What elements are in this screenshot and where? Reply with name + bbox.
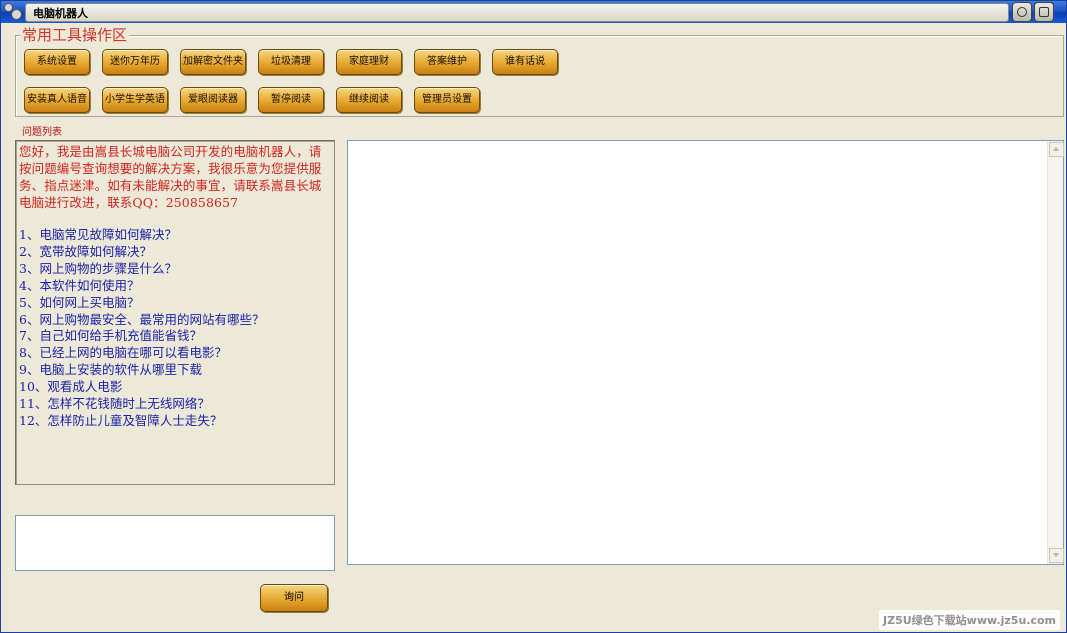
app-menu-icon[interactable] [3, 3, 22, 21]
minimize-icon [1017, 7, 1027, 17]
mini-calendar-button[interactable]: 迷你万年历 [102, 49, 168, 75]
minimize-button[interactable] [1012, 2, 1032, 22]
answer-maintenance-button[interactable]: 答案维护 [414, 49, 480, 75]
question-item[interactable]: 6、网上购物最安全、最常用的网站有哪些？ [19, 312, 331, 329]
toolbox-group [15, 35, 1064, 117]
question-item[interactable]: 9、电脑上安装的软件从哪里下载 [19, 362, 331, 379]
app-window: 电脑机器人 常用工具操作区 系统设置 迷你万年历 加解密文件夹 垃圾清理 家庭理… [0, 0, 1067, 633]
question-item[interactable]: 8、已经上网的电脑在哪可以看电影？ [19, 345, 331, 362]
toolbox-title: 常用工具操作区 [20, 26, 130, 44]
who-has-words-button[interactable]: 谁有话说 [492, 49, 558, 75]
learn-english-button[interactable]: 小学生学英语 [102, 87, 168, 113]
home-finance-button[interactable]: 家庭理财 [336, 49, 402, 75]
chevron-down-icon [1053, 553, 1059, 557]
answer-scrollbar[interactable] [1047, 141, 1064, 564]
question-item[interactable]: 4、本软件如何使用？ [19, 278, 331, 295]
question-input[interactable] [15, 515, 335, 571]
question-item[interactable]: 12、怎样防止儿童及智障人士走失？ [19, 413, 331, 430]
junk-cleanup-button[interactable]: 垃圾清理 [258, 49, 324, 75]
question-list: 1、电脑常见故障如何解决？ 2、宽带故障如何解决？ 3、网上购物的步骤是什么？ … [19, 227, 331, 430]
answer-area[interactable] [347, 140, 1064, 565]
window-controls [1006, 2, 1062, 22]
chevron-up-icon [1053, 147, 1059, 151]
title-strip [25, 3, 1009, 22]
question-list-label: 问题列表 [22, 127, 62, 138]
save-icon [1039, 7, 1049, 17]
system-settings-button[interactable]: 系统设置 [24, 49, 90, 75]
watermark: JZ5U绿色下载站www.jz5u.com [879, 610, 1060, 630]
question-item[interactable]: 10、观看成人电影 [19, 379, 331, 396]
admin-settings-button[interactable]: 管理员设置 [414, 87, 480, 113]
pause-reading-button[interactable]: 暂停阅读 [258, 87, 324, 113]
question-list-panel[interactable]: 您好，我是由嵩县长城电脑公司开发的电脑机器人，请按问题编号查询想要的解决方案，我… [15, 140, 335, 485]
question-item[interactable]: 7、自己如何给手机充值能省钱？ [19, 328, 331, 345]
title-bar[interactable]: 电脑机器人 [1, 1, 1066, 23]
install-voice-button[interactable]: 安装真人语音 [24, 87, 90, 113]
question-item[interactable]: 11、怎样不花钱随时上无线网络？ [19, 396, 331, 413]
ask-button[interactable]: 询问 [260, 584, 328, 612]
question-item[interactable]: 2、宽带故障如何解决？ [19, 244, 331, 261]
close-button[interactable] [1034, 2, 1054, 22]
window-title: 电脑机器人 [33, 7, 88, 20]
intro-text: 您好，我是由嵩县长城电脑公司开发的电脑机器人，请按问题编号查询想要的解决方案，我… [19, 144, 322, 210]
scroll-up-button[interactable] [1049, 142, 1064, 157]
question-item[interactable]: 5、如何网上买电脑？ [19, 295, 331, 312]
question-item[interactable]: 3、网上购物的步骤是什么？ [19, 261, 331, 278]
encrypt-folder-button[interactable]: 加解密文件夹 [180, 49, 246, 75]
question-item[interactable]: 1、电脑常见故障如何解决？ [19, 227, 331, 244]
eye-care-reader-button[interactable]: 爱眼阅读器 [180, 87, 246, 113]
resume-reading-button[interactable]: 继续阅读 [336, 87, 402, 113]
scroll-down-button[interactable] [1049, 548, 1064, 563]
